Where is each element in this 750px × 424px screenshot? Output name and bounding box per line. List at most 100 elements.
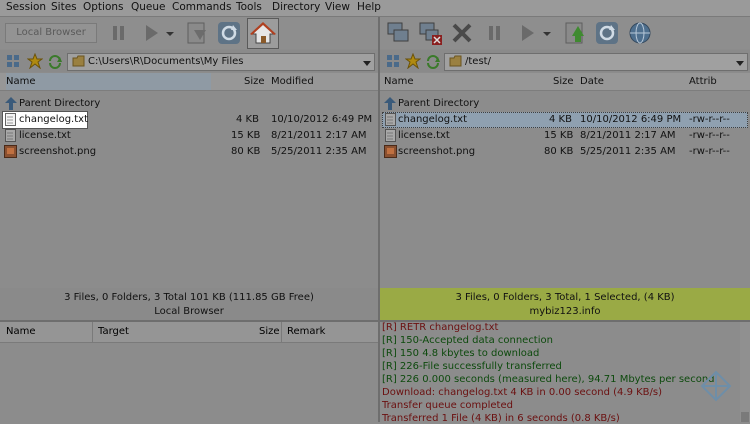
parent-directory-label: Parent Directory xyxy=(398,98,480,109)
queue-column-target[interactable]: Target xyxy=(98,326,129,337)
table-row[interactable]: license.txt 15 KB 8/21/2011 2:17 AM xyxy=(0,128,378,144)
image-file-icon xyxy=(384,145,397,161)
left-address-bar: C:\Users\R\Documents\My Files xyxy=(0,50,378,72)
file-name: screenshot.png xyxy=(398,146,476,157)
text-file-icon xyxy=(5,113,16,129)
file-size: 15 KB xyxy=(231,130,261,141)
parent-directory-row[interactable]: Parent Directory xyxy=(380,96,750,112)
right-status-bar: 3 Files, 0 Folders, 3 Total, 1 Selected,… xyxy=(380,288,750,320)
menu-bar: Session Sites Options Queue Commands Too… xyxy=(0,0,750,17)
left-file-pane: Name Size Modified Parent Directory chan… xyxy=(0,73,378,288)
pause-button[interactable] xyxy=(106,20,132,46)
session-log-pane: [R] RETR changelog.txt [R] 150-Accepted … xyxy=(380,322,750,424)
file-attrib: -rw-r--r-- xyxy=(689,130,730,141)
column-name[interactable]: Name xyxy=(6,73,211,90)
menu-session[interactable]: Session xyxy=(6,1,46,13)
right-address-bar: /test/ xyxy=(380,50,750,72)
right-status-label: mybiz123.info xyxy=(529,306,601,317)
table-row-selected[interactable]: changelog.txt 4 KB 10/10/2012 6:49 PM -r… xyxy=(380,112,750,128)
column-size[interactable]: Size xyxy=(553,76,574,87)
download-icon[interactable] xyxy=(562,20,588,46)
column-name[interactable]: Name xyxy=(384,76,414,87)
file-name: changelog.txt xyxy=(19,114,88,125)
log-line: [R] RETR changelog.txt xyxy=(382,322,499,333)
file-attrib: -rw-r--r-- xyxy=(689,146,730,157)
left-status-summary: 3 Files, 0 Folders, 3 Total 101 KB (111.… xyxy=(64,292,314,303)
disconnect-icon[interactable] xyxy=(417,20,443,46)
menu-help[interactable]: Help xyxy=(357,1,381,13)
menu-view[interactable]: View xyxy=(325,1,350,13)
file-modified: 5/25/2011 2:35 AM xyxy=(271,146,367,157)
sync-arrows-remote-icon[interactable] xyxy=(425,53,441,72)
right-column-header: Name Size Date Attrib xyxy=(380,73,750,91)
file-name: license.txt xyxy=(19,130,71,141)
table-row[interactable]: license.txt 15 KB 8/21/2011 2:17 AM -rw-… xyxy=(380,128,750,144)
column-separator xyxy=(92,322,93,342)
bookmark-star-icon[interactable] xyxy=(26,52,44,72)
text-file-icon xyxy=(5,129,16,145)
pause-button-remote[interactable] xyxy=(482,20,508,46)
refresh-icon[interactable] xyxy=(216,20,242,46)
scroll-down-arrow[interactable] xyxy=(741,412,749,422)
upload-icon[interactable] xyxy=(184,20,210,46)
play-button[interactable] xyxy=(138,20,164,46)
text-file-icon xyxy=(385,113,396,129)
menu-directory[interactable]: Directory xyxy=(272,1,320,13)
table-row[interactable]: screenshot.png 80 KB 5/25/2011 2:35 AM -… xyxy=(380,144,750,160)
table-row[interactable]: screenshot.png 80 KB 5/25/2011 2:35 AM xyxy=(0,144,378,160)
log-line: [R] 226 0.000 seconds (measured here), 9… xyxy=(382,374,715,385)
right-status-summary: 3 Files, 0 Folders, 3 Total, 1 Selected,… xyxy=(455,292,675,303)
bookmark-star-remote-icon[interactable] xyxy=(404,52,422,72)
home-icon[interactable] xyxy=(247,18,279,49)
file-name: changelog.txt xyxy=(398,114,467,125)
local-browser-button[interactable]: Local Browser xyxy=(5,23,97,43)
file-name: screenshot.png xyxy=(19,146,97,157)
log-line: [R] 226-File successfully transferred xyxy=(382,361,562,372)
play-dropdown-icon[interactable] xyxy=(163,20,177,46)
view-toggle-remote-icon[interactable] xyxy=(386,54,400,71)
file-modified: 8/21/2011 2:17 AM xyxy=(271,130,367,141)
column-separator xyxy=(281,322,282,342)
column-date[interactable]: Date xyxy=(580,76,604,87)
log-line: [R] 150 4.8 kbytes to download xyxy=(382,348,540,359)
queue-column-remark[interactable]: Remark xyxy=(287,326,325,337)
left-toolbar: Local Browser xyxy=(0,17,378,49)
menu-queue[interactable]: Queue xyxy=(131,1,166,13)
table-row[interactable]: changelog.txt 4 KB 10/10/2012 6:49 PM xyxy=(0,111,378,129)
file-date: 5/25/2011 2:35 AM xyxy=(580,146,676,157)
parent-directory-row[interactable]: Parent Directory xyxy=(0,96,378,112)
up-arrow-icon xyxy=(384,97,396,113)
text-file-icon xyxy=(385,129,396,145)
stop-icon[interactable] xyxy=(449,20,475,46)
refresh-remote-icon[interactable] xyxy=(594,20,620,46)
chevron-down-remote-icon[interactable] xyxy=(736,59,744,70)
parent-directory-label: Parent Directory xyxy=(19,98,101,109)
left-path-field[interactable]: C:\Users\R\Documents\My Files xyxy=(67,53,375,71)
left-status-bar: 3 Files, 0 Folders, 3 Total 101 KB (111.… xyxy=(0,288,378,320)
left-status-label: Local Browser xyxy=(154,306,224,317)
right-path-field[interactable]: /test/ xyxy=(444,53,748,71)
chevron-down-icon[interactable] xyxy=(363,59,371,70)
play-button-remote[interactable] xyxy=(514,20,540,46)
log-line: Download: changelog.txt 4 KB in 0.00 sec… xyxy=(382,387,663,398)
play-dropdown-remote-icon[interactable] xyxy=(540,20,554,46)
log-scrollbar[interactable] xyxy=(740,322,750,422)
queue-column-name[interactable]: Name xyxy=(6,326,36,337)
sync-arrows-icon[interactable] xyxy=(47,53,63,72)
connect-icon[interactable] xyxy=(385,20,411,46)
globe-icon[interactable] xyxy=(627,20,653,46)
file-attrib: -rw-r--r-- xyxy=(689,114,730,125)
column-size[interactable]: Size xyxy=(244,76,265,87)
file-size: 4 KB xyxy=(549,114,572,125)
menu-tools[interactable]: Tools xyxy=(236,1,262,13)
column-attrib[interactable]: Attrib xyxy=(689,76,717,87)
menu-sites[interactable]: Sites xyxy=(51,1,77,13)
file-size: 80 KB xyxy=(231,146,261,157)
column-modified[interactable]: Modified xyxy=(271,76,314,87)
menu-options[interactable]: Options xyxy=(83,1,124,13)
queue-column-size[interactable]: Size xyxy=(259,326,280,337)
view-toggle-icon[interactable] xyxy=(6,54,20,71)
file-size: 80 KB xyxy=(544,146,574,157)
menu-commands[interactable]: Commands xyxy=(172,1,231,13)
left-column-header: Name Size Modified xyxy=(0,73,378,91)
